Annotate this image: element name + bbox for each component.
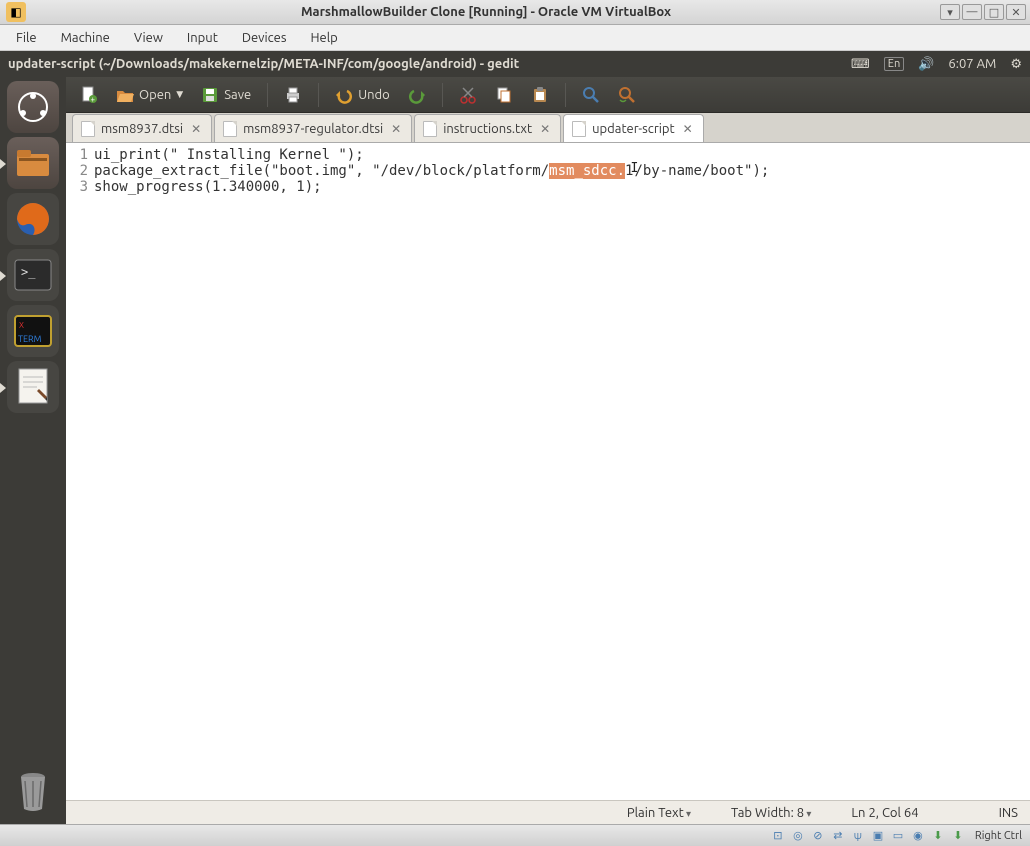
tab-label: updater-script [592,122,675,136]
launcher-xterm[interactable]: X TERM [7,305,59,357]
find-button[interactable] [576,81,606,109]
keyboard-icon[interactable]: ⌨ [851,57,870,72]
save-button[interactable]: Save [195,81,257,109]
vm-hd-icon[interactable]: ⊡ [771,829,785,843]
tab-close-icon[interactable]: ✕ [681,122,695,136]
file-icon [81,121,95,137]
vm-shared-icon[interactable]: ▣ [871,829,885,843]
code-line-2-post: /by-name/boot"); [634,163,769,179]
file-icon [572,121,586,137]
tab-instructions[interactable]: instructions.txt ✕ [414,114,561,142]
tab-updater-script[interactable]: updater-script ✕ [563,114,704,142]
vm-usb-icon[interactable]: ψ [851,829,865,843]
vm-menu-help[interactable]: Help [309,29,340,47]
launcher-terminal[interactable]: >_ [7,249,59,301]
selection: msm_sdcc. [549,163,625,179]
vm-statusbar: ⊡ ◎ ⊘ ⇄ ψ ▣ ▭ ◉ ⬇ ⬇ Right Ctrl [0,824,1030,846]
launcher-dash[interactable] [7,81,59,133]
tab-close-icon[interactable]: ✕ [538,122,552,136]
unity-launcher: >_ X TERM [0,77,66,824]
vm-minimize-button[interactable]: ▾ [940,4,960,20]
copy-button[interactable] [489,81,519,109]
tab-msm8937-dtsi[interactable]: msm8937.dtsi ✕ [72,114,212,142]
file-icon [223,121,237,137]
svg-text:TERM: TERM [18,334,42,344]
gedit-window-title: updater-script (~/Downloads/makekernelzi… [8,57,851,71]
redo-button[interactable] [402,81,432,109]
vm-window-title: MarshmallowBuilder Clone [Running] - Ora… [32,5,940,19]
code-line-2-pre: package_extract_file("boot.img", "/dev/b… [94,163,549,179]
line-number: 2 [66,163,94,179]
virtualbox-icon: ◧ [6,2,26,22]
paste-button[interactable] [525,81,555,109]
vm-menu-file[interactable]: File [14,29,39,47]
cursor-position: Ln 2, Col 64 [851,806,918,820]
vm-menubar: File Machine View Input Devices Help [0,25,1030,51]
lang-indicator[interactable]: En [884,57,904,71]
vm-key-icon[interactable]: ⬇ [951,829,965,843]
vm-close-button[interactable]: ✕ [1006,4,1026,20]
file-icon [423,121,437,137]
vm-mouse-icon[interactable]: ⬇ [931,829,945,843]
line-number: 3 [66,179,94,195]
gedit-toolbar: + Open ▼ Save Undo [66,77,1030,113]
tab-label: instructions.txt [443,122,532,136]
tab-strip: msm8937.dtsi ✕ msm8937-regulator.dtsi ✕ … [66,113,1030,143]
vm-titlebar: ◧ MarshmallowBuilder Clone [Running] - O… [0,0,1030,25]
launcher-firefox[interactable] [7,193,59,245]
line-number: 1 [66,147,94,163]
vm-cd-icon[interactable]: ◎ [791,829,805,843]
vm-host-key: Right Ctrl [975,830,1022,842]
insert-mode: INS [999,806,1018,820]
launcher-trash[interactable] [7,766,59,818]
gedit-window: + Open ▼ Save Undo [66,77,1030,824]
launcher-files[interactable] [7,137,59,189]
new-file-button[interactable]: + [74,81,104,109]
vm-menu-devices[interactable]: Devices [240,29,289,47]
code-line-3: show_progress(1.340000, 1); [94,179,322,195]
gear-icon[interactable]: ⚙ [1010,57,1022,72]
vm-menu-input[interactable]: Input [185,29,220,47]
editor-area[interactable]: 1ui_print(" Installing Kernel "); 2packa… [66,143,1030,800]
vm-net-icon[interactable]: ⇄ [831,829,845,843]
undo-label: Undo [358,88,390,102]
svg-text:X: X [19,321,24,330]
open-label: Open [139,88,171,102]
tab-close-icon[interactable]: ✕ [189,122,203,136]
ubuntu-topbar: updater-script (~/Downloads/makekernelzi… [0,51,1030,77]
tab-label: msm8937.dtsi [101,122,183,136]
language-selector[interactable]: Plain Text [627,806,691,820]
undo-button[interactable]: Undo [329,81,396,109]
vm-menu-view[interactable]: View [132,29,165,47]
svg-text:>_: >_ [21,265,36,279]
open-button[interactable]: Open ▼ [110,81,189,109]
vm-restore-button[interactable]: — [962,4,982,20]
tabwidth-selector[interactable]: Tab Width: 8 [731,806,811,820]
tab-msm8937-regulator[interactable]: msm8937-regulator.dtsi ✕ [214,114,412,142]
vm-maximize-button[interactable]: □ [984,4,1004,20]
tab-close-icon[interactable]: ✕ [389,122,403,136]
print-button[interactable] [278,81,308,109]
vm-audio-icon[interactable]: ⊘ [811,829,825,843]
launcher-text-editor[interactable] [7,361,59,413]
gedit-statusbar: Plain Text Tab Width: 8 Ln 2, Col 64 INS [66,800,1030,824]
volume-icon[interactable]: 🔊 [918,57,934,72]
cut-button[interactable] [453,81,483,109]
text-cursor [633,163,634,179]
code-line-1: ui_print(" Installing Kernel "); [94,147,364,163]
svg-text:+: + [91,95,96,104]
vm-display-icon[interactable]: ▭ [891,829,905,843]
vm-menu-machine[interactable]: Machine [59,29,112,47]
find-replace-button[interactable] [612,81,642,109]
tab-label: msm8937-regulator.dtsi [243,122,383,136]
open-dropdown-icon[interactable]: ▼ [176,89,183,100]
save-label: Save [224,88,251,102]
vm-record-icon[interactable]: ◉ [911,829,925,843]
clock[interactable]: 6:07 AM [948,57,996,71]
